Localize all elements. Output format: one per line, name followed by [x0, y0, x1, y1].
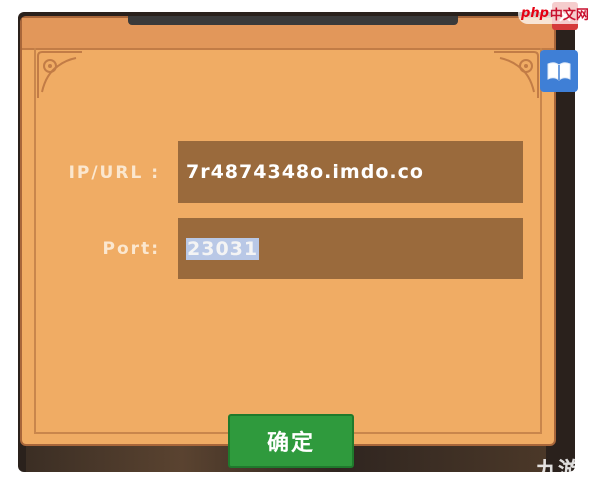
port-value: 23031 [186, 237, 260, 260]
corner-ornament-icon [490, 48, 544, 102]
confirm-button[interactable]: 确定 [228, 414, 354, 468]
watermark-php: php 中文网 [518, 2, 592, 24]
book-icon[interactable] [540, 50, 578, 92]
dialog-top-bar [128, 16, 458, 25]
corner-ornament-icon [32, 48, 86, 102]
ip-url-value: 7r4874348o.imdo.co [186, 161, 424, 183]
watermark-9you: 九游 [535, 459, 580, 484]
port-input[interactable]: 23031 [178, 218, 523, 279]
ip-url-label: IP/URL : [68, 163, 160, 183]
port-label: Port: [102, 239, 160, 259]
ip-url-input[interactable]: 7r4874348o.imdo.co [178, 141, 523, 203]
